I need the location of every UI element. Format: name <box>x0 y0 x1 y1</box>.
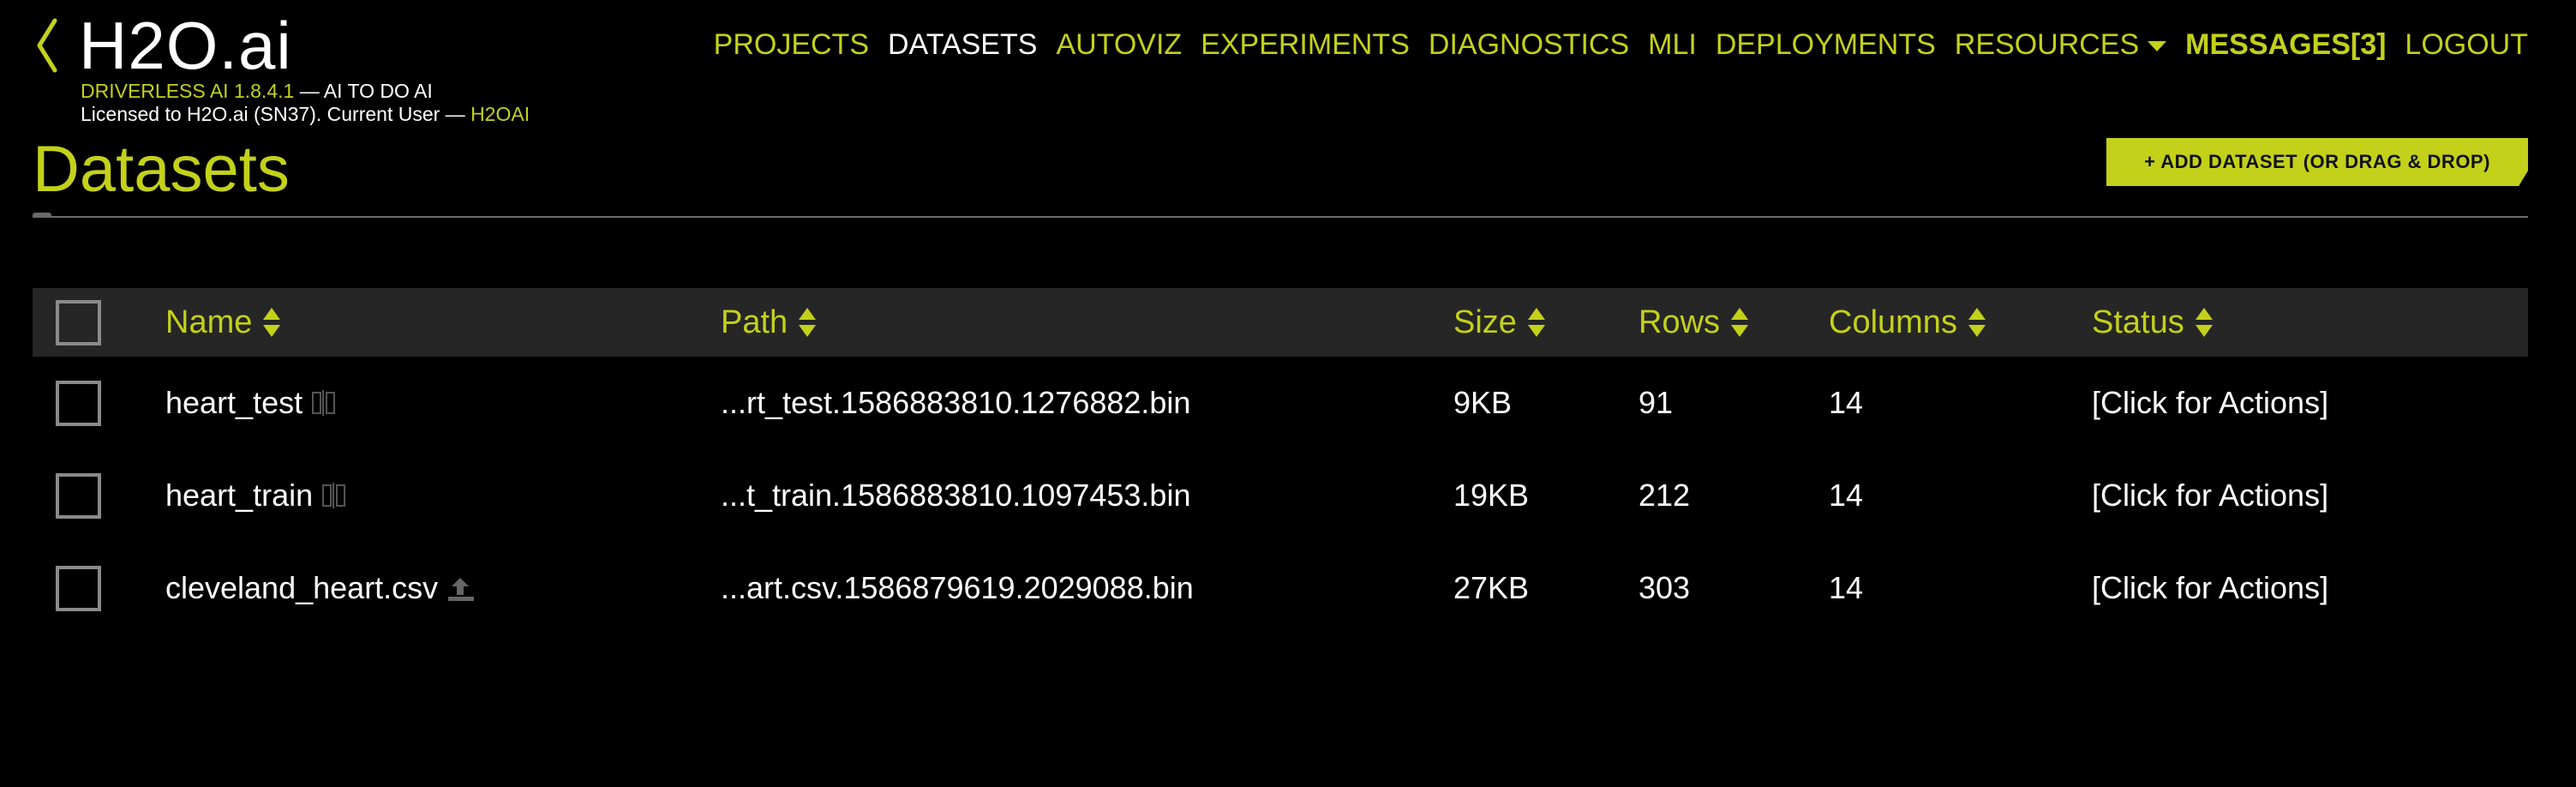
column-header-name-label: Name <box>165 304 253 340</box>
sort-icon <box>1968 308 1986 337</box>
dataset-columns: 14 <box>1829 478 1864 513</box>
product-version-line: DRIVERLESS AI 1.8.4.1 — AI TO DO AI <box>81 79 433 103</box>
dataset-size: 27KB <box>1453 570 1530 605</box>
sort-icon <box>1527 308 1545 337</box>
nav-logout[interactable]: LOGOUT <box>2405 26 2528 63</box>
dataset-size: 9KB <box>1453 385 1513 420</box>
nav-resources-label: RESOURCES <box>1954 28 2140 61</box>
nav-datasets[interactable]: DATASETS <box>888 26 1037 63</box>
column-header-rows[interactable]: Rows <box>1638 303 1749 341</box>
product-version: DRIVERLESS AI 1.8.4.1 <box>81 80 295 102</box>
split-icon <box>312 390 336 416</box>
chevron-down-icon <box>2148 41 2167 51</box>
license-line: Licensed to H2O.ai (SN37). Current User … <box>81 102 530 126</box>
dataset-path: ...t_train.1586883810.1097453.bin <box>721 478 1191 513</box>
table-header: Name Path Size Rows Columns Status <box>33 288 2528 357</box>
dataset-name[interactable]: heart_test <box>165 384 303 422</box>
row-checkbox[interactable] <box>56 380 101 426</box>
table-row[interactable]: heart_test ...rt_test.1586883810.1276882… <box>33 357 2528 449</box>
row-checkbox[interactable] <box>56 565 101 611</box>
sort-icon <box>2195 308 2213 337</box>
column-header-size[interactable]: Size <box>1453 303 1546 341</box>
dataset-status-actions[interactable]: [Click for Actions] <box>2092 384 2328 422</box>
dataset-name[interactable]: cleveland_heart.csv <box>165 569 438 607</box>
sort-icon <box>799 308 817 337</box>
dataset-name[interactable]: heart_train <box>165 477 313 514</box>
column-header-path-label: Path <box>721 304 788 340</box>
add-dataset-button[interactable]: + ADD DATASET (OR DRAG & DROP) <box>2106 138 2528 186</box>
sort-icon <box>1731 308 1749 337</box>
table-row[interactable]: cleveland_heart.csv ...art.csv.158687961… <box>33 542 2528 634</box>
upload-icon <box>448 578 475 601</box>
split-icon <box>322 483 346 508</box>
title-divider <box>33 216 2528 218</box>
dataset-columns: 14 <box>1829 385 1864 420</box>
nav-messages[interactable]: MESSAGES[3] <box>2185 26 2386 63</box>
datasets-table: Name Path Size Rows Columns Status heart… <box>33 288 2528 634</box>
license-text: Licensed to H2O.ai (SN37). Current User … <box>81 103 465 125</box>
column-header-size-label: Size <box>1453 304 1517 340</box>
column-header-path[interactable]: Path <box>721 303 817 341</box>
nav-mli[interactable]: MLI <box>1648 26 1697 63</box>
nav-autoviz[interactable]: AUTOVIZ <box>1056 26 1182 63</box>
dataset-columns: 14 <box>1829 570 1864 605</box>
nav-diagnostics[interactable]: DIAGNOSTICS <box>1429 26 1629 63</box>
datasets-page: H2O.ai DRIVERLESS AI 1.8.4.1 — AI TO DO … <box>0 0 2576 787</box>
dataset-rows: 212 <box>1638 478 1691 513</box>
column-header-rows-label: Rows <box>1638 304 1721 340</box>
column-header-columns[interactable]: Columns <box>1829 303 1986 341</box>
row-checkbox[interactable] <box>56 472 101 519</box>
dataset-rows: 91 <box>1638 385 1674 420</box>
product-tagline: — AI TO DO AI <box>299 80 433 102</box>
table-row[interactable]: heart_train ...t_train.1586883810.109745… <box>33 449 2528 542</box>
current-user[interactable]: H2OAI <box>470 103 530 125</box>
column-header-columns-label: Columns <box>1829 304 1957 340</box>
column-header-name[interactable]: Name <box>165 303 281 341</box>
dataset-name-cell: heart_test <box>165 384 345 422</box>
dataset-path: ...art.csv.1586879619.2029088.bin <box>721 570 1194 605</box>
page-title: Datasets <box>33 133 290 206</box>
dataset-status-actions[interactable]: [Click for Actions] <box>2092 477 2328 514</box>
top-nav: PROJECTS DATASETS AUTOVIZ EXPERIMENTS DI… <box>714 26 2528 63</box>
nav-projects[interactable]: PROJECTS <box>714 26 869 63</box>
nav-resources[interactable]: RESOURCES <box>1954 26 2167 63</box>
dataset-status-actions[interactable]: [Click for Actions] <box>2092 569 2328 607</box>
dataset-size: 19KB <box>1453 478 1530 513</box>
column-header-status-label: Status <box>2092 304 2184 340</box>
nav-deployments[interactable]: DEPLOYMENTS <box>1716 26 1936 63</box>
column-header-status[interactable]: Status <box>2092 303 2214 341</box>
dataset-path: ...rt_test.1586883810.1276882.bin <box>721 385 1191 420</box>
dataset-name-cell: cleveland_heart.csv <box>165 569 481 607</box>
back-chevron-icon[interactable] <box>33 15 62 75</box>
select-all-checkbox[interactable] <box>56 299 101 345</box>
dataset-name-cell: heart_train <box>165 477 356 514</box>
dataset-rows: 303 <box>1638 570 1691 605</box>
sort-icon <box>263 308 281 337</box>
nav-experiments[interactable]: EXPERIMENTS <box>1201 26 1410 63</box>
brand-name: H2O.ai <box>79 8 292 83</box>
